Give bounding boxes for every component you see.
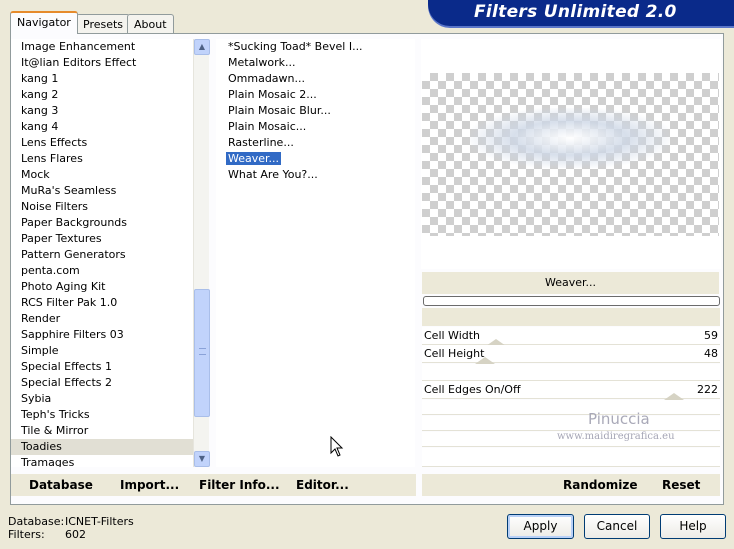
help-button[interactable]: Help <box>660 514 726 539</box>
filter-item[interactable]: Weaver... <box>216 151 415 167</box>
import-button[interactable]: Import... <box>120 478 179 492</box>
scroll-thumb[interactable] <box>194 289 210 417</box>
param-spacer <box>422 308 720 326</box>
slider-cell-width[interactable]: Cell Width 59 <box>422 327 720 346</box>
apply-button[interactable]: Apply <box>507 514 574 539</box>
category-item[interactable]: It@lian Editors Effect <box>11 55 193 71</box>
category-item[interactable]: Paper Backgrounds <box>11 215 193 231</box>
category-item[interactable]: kang 1 <box>11 71 193 87</box>
filter-item[interactable]: What Are You?... <box>216 167 415 183</box>
category-item[interactable]: Noise Filters <box>11 199 193 215</box>
param-value: 59 <box>704 329 718 342</box>
param-empty-row <box>422 400 720 415</box>
category-scrollbar[interactable]: ▲ ▼ <box>193 39 210 467</box>
filter-item[interactable]: Ommadawn... <box>216 71 415 87</box>
filter-info-button[interactable]: Filter Info... <box>199 478 280 492</box>
weave-effect-preview <box>470 108 670 168</box>
category-item[interactable]: Special Effects 1 <box>11 359 193 375</box>
category-item[interactable]: Paper Textures <box>11 231 193 247</box>
param-empty-row <box>422 416 720 431</box>
category-item[interactable]: Teph's Tricks <box>11 407 193 423</box>
category-item[interactable]: Image Enhancement <box>11 39 193 55</box>
slider-knob[interactable] <box>664 393 684 400</box>
category-item[interactable]: MuRa's Seamless <box>11 183 193 199</box>
category-item[interactable]: kang 2 <box>11 87 193 103</box>
category-item[interactable]: penta.com <box>11 263 193 279</box>
filter-item-label: Weaver... <box>226 152 282 165</box>
watermark-name: Pinuccia <box>588 410 650 428</box>
filter-title: Weaver... <box>422 272 719 294</box>
filters-info: Filters: 602 <box>8 528 86 541</box>
category-item[interactable]: Pattern Generators <box>11 247 193 263</box>
progress-bar <box>423 296 720 306</box>
title-banner: Filters Unlimited 2.0 <box>428 0 734 26</box>
database-label: Database: <box>8 515 65 528</box>
database-button[interactable]: Database <box>29 478 93 492</box>
filter-item-label: *Sucking Toad* Bevel I... <box>228 40 363 53</box>
watermark-url: www.maidiregrafica.eu <box>557 431 675 442</box>
cancel-button[interactable]: Cancel <box>584 514 650 539</box>
category-item[interactable]: Simple <box>11 343 193 359</box>
slider-cell-height[interactable]: Cell Height 48 <box>422 345 720 364</box>
category-item[interactable]: Sapphire Filters 03 <box>11 327 193 343</box>
slider-knob[interactable] <box>475 357 495 364</box>
param-label: Cell Edges On/Off <box>424 383 521 396</box>
category-item[interactable]: Special Effects 2 <box>11 375 193 391</box>
filter-item[interactable]: Metalwork... <box>216 55 415 71</box>
category-item[interactable]: Lens Flares <box>11 151 193 167</box>
reset-button[interactable]: Reset <box>662 478 700 492</box>
left-toolbar: Database Import... Filter Info... Editor… <box>11 474 416 496</box>
category-item[interactable]: Tramages <box>11 455 193 467</box>
category-item[interactable]: Render <box>11 311 193 327</box>
filter-item-label: What Are You?... <box>228 168 318 181</box>
database-info: Database: ICNET-Filters <box>8 515 134 528</box>
param-value: 222 <box>697 383 718 396</box>
filter-item[interactable]: Rasterline... <box>216 135 415 151</box>
tab-presets[interactable]: Presets <box>76 14 131 33</box>
scroll-up-button[interactable]: ▲ <box>194 39 210 55</box>
filters-label: Filters: <box>8 528 45 541</box>
category-item[interactable]: RCS Filter Pak 1.0 <box>11 295 193 311</box>
filter-item-label: Plain Mosaic... <box>228 120 307 133</box>
grip-icon <box>199 348 206 355</box>
filter-item[interactable]: Plain Mosaic Blur... <box>216 103 415 119</box>
category-item[interactable]: Tile & Mirror <box>11 423 193 439</box>
slider-cell-edges[interactable]: Cell Edges On/Off 222 <box>422 381 720 400</box>
category-item[interactable]: Toadies <box>11 439 193 455</box>
param-empty-row <box>422 364 720 381</box>
param-label: Cell Width <box>424 329 481 342</box>
tab-navigator[interactable]: Navigator <box>10 11 78 34</box>
category-item[interactable]: Sybia <box>11 391 193 407</box>
filter-item-label: Metalwork... <box>228 56 296 69</box>
filter-item[interactable]: *Sucking Toad* Bevel I... <box>216 39 415 55</box>
category-item[interactable]: Mock <box>11 167 193 183</box>
randomize-button[interactable]: Randomize <box>563 478 637 492</box>
category-list[interactable]: Image Enhancement It@lian Editors Effect k… <box>11 39 193 467</box>
category-item[interactable]: kang 3 <box>11 103 193 119</box>
category-item[interactable]: kang 4 <box>11 119 193 135</box>
chevron-down-icon: ▼ <box>198 454 206 463</box>
category-item[interactable]: Photo Aging Kit <box>11 279 193 295</box>
scroll-down-button[interactable]: ▼ <box>194 451 210 467</box>
preview-image <box>422 73 719 236</box>
filters-value: 602 <box>65 528 86 541</box>
right-toolbar: Randomize Reset <box>422 474 720 496</box>
category-item[interactable]: Lens Effects <box>11 135 193 151</box>
filter-item[interactable]: Plain Mosaic 2... <box>216 87 415 103</box>
filter-item-label: Rasterline... <box>228 136 294 149</box>
database-value: ICNET-Filters <box>65 515 134 528</box>
mouse-pointer-icon <box>330 436 344 457</box>
editor-button[interactable]: Editor... <box>296 478 349 492</box>
filter-item-label: Ommadawn... <box>228 72 306 85</box>
filter-item[interactable]: Plain Mosaic... <box>216 119 415 135</box>
tab-about[interactable]: About <box>127 14 174 33</box>
app-title: Filters Unlimited 2.0 <box>474 2 677 22</box>
filter-item-label: Plain Mosaic Blur... <box>228 104 331 117</box>
filter-item-label: Plain Mosaic 2... <box>228 88 317 101</box>
chevron-up-icon: ▲ <box>198 42 206 51</box>
filter-list[interactable]: *Sucking Toad* Bevel I... Metalwork... Omm… <box>216 39 415 467</box>
param-value: 48 <box>704 347 718 360</box>
param-empty-row <box>422 448 720 467</box>
